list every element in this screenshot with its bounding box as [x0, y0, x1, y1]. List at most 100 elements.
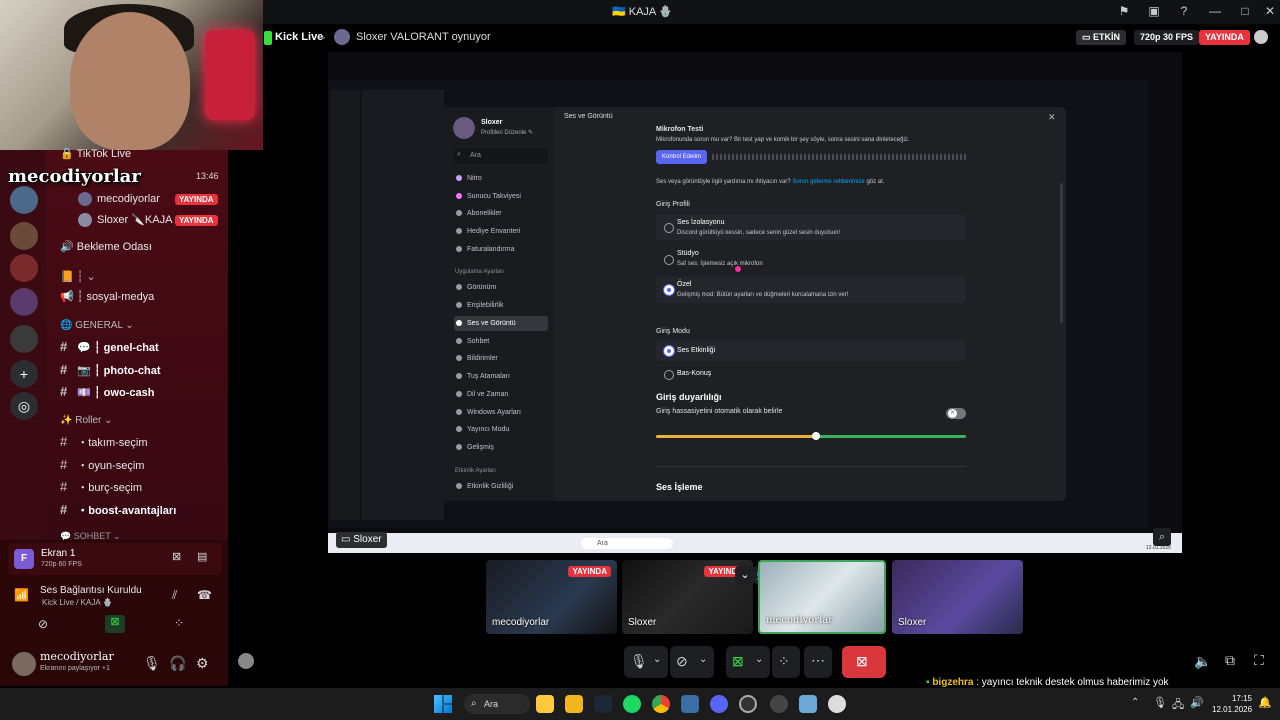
app-icon[interactable]	[681, 695, 699, 713]
volume-icon[interactable]: 🔊	[1190, 696, 1204, 709]
noise-suppression-icon[interactable]: ⫽	[172, 588, 177, 603]
radio-button[interactable]	[664, 370, 674, 380]
channel-genel-chat[interactable]: # 💬 ┆ genel-chat	[60, 339, 159, 354]
nav-billing[interactable]: Faturalandırma	[454, 242, 548, 257]
avatar[interactable]	[453, 117, 475, 139]
help-icon[interactable]: ?	[1176, 4, 1192, 20]
volume-icon[interactable]: 🔈	[1194, 653, 1211, 670]
microphone-icon[interactable]: 🎙	[143, 655, 161, 672]
add-server-icon[interactable]: +	[10, 360, 38, 388]
notification-icon[interactable]: 🔔	[1258, 696, 1272, 709]
category-header[interactable]: 📙 ┆ ⌄	[60, 270, 96, 283]
voice-user[interactable]: mecodiyorlar	[78, 192, 160, 206]
search-input[interactable]: ⌕ Ara	[453, 148, 548, 164]
channel-photo-chat[interactable]: # 📷 ┆ photo-chat	[60, 362, 161, 377]
radio-button-selected[interactable]	[664, 346, 674, 356]
settings-icon[interactable]	[770, 695, 788, 713]
stream-thumbnail[interactable]: YAYINDA Sloxer	[622, 560, 753, 634]
microphone-icon[interactable]: 🎙	[1153, 696, 1167, 709]
popout-icon[interactable]: ▤	[197, 550, 207, 563]
activity-pill[interactable]: ▭ ETKİN	[1076, 30, 1127, 45]
minimize-icon[interactable]: —	[1207, 4, 1223, 20]
sensitivity-slider-handle[interactable]	[811, 432, 820, 440]
popout-icon[interactable]: ⧉	[1225, 652, 1235, 669]
server-icon[interactable]	[10, 254, 38, 282]
app-icon[interactable]	[799, 695, 817, 713]
taskbar-search[interactable]: ⌕ Ara	[464, 694, 530, 714]
explore-icon[interactable]: ◎	[10, 392, 38, 420]
chevron-down-icon[interactable]: ⌄	[735, 566, 755, 584]
channel-social-media[interactable]: 📢 ┆ sosyal-medya	[60, 290, 154, 303]
share-screen-icon[interactable]: ⊠	[105, 615, 125, 633]
flag-icon[interactable]: ⚑	[1116, 4, 1132, 20]
nav-server-boost[interactable]: Sunucu Takviyesi	[454, 189, 548, 204]
radio-button-selected[interactable]	[664, 285, 674, 295]
nav-keybinds[interactable]: Tuş Atamaları	[454, 369, 548, 384]
nav-accessibility[interactable]: Erişilebilirlik	[454, 298, 548, 313]
nav-windows-settings[interactable]: Windows Ayarları	[454, 405, 548, 420]
nav-language[interactable]: Dil ve Zaman	[454, 387, 548, 402]
monitor-icon[interactable]: ▣	[1146, 4, 1162, 20]
mic-test-button[interactable]: Kontrol Edelim	[656, 150, 707, 164]
server-icon[interactable]	[10, 186, 38, 214]
channel-tiktok-live[interactable]: 🔒 TikTok Live	[60, 147, 131, 160]
channel-role[interactable]: # ・boost-avantajları	[60, 502, 176, 518]
mode-voice-activity[interactable]: Ses Etkinliği	[656, 341, 966, 361]
user-tile[interactable]: mecodiyorlar	[758, 560, 886, 634]
camera-control[interactable]: ⊘ ⌄	[670, 646, 714, 678]
channel-role[interactable]: # ・takım-seçim	[60, 434, 148, 450]
radio-button[interactable]	[664, 255, 674, 265]
user-avatar-icon[interactable]	[1254, 30, 1268, 44]
activities-icon[interactable]: ⁘	[174, 616, 184, 630]
scrollbar[interactable]	[1060, 183, 1063, 323]
avatar[interactable]	[12, 652, 36, 676]
radio-button[interactable]	[664, 223, 674, 233]
more-control[interactable]: ⋯	[804, 646, 832, 678]
app-icon[interactable]	[828, 695, 846, 713]
fullscreen-zoom-icon[interactable]: ⌕	[1153, 528, 1171, 546]
taskbar-clock[interactable]: 17:15 12.01.2026	[1212, 693, 1252, 715]
discord-icon[interactable]	[710, 695, 728, 713]
connection-location[interactable]: Kick Live / KAJA 🪬	[42, 598, 112, 607]
nav-advanced[interactable]: Gelişmiş	[454, 440, 548, 455]
help-link[interactable]: Sorun giderme rehberimize	[792, 179, 864, 185]
server-icon[interactable]	[10, 222, 38, 250]
nav-nitro[interactable]: Nitro	[454, 171, 548, 186]
connection-status[interactable]: Ses Bağlantısı Kuruldu	[40, 585, 142, 596]
chevron-up-icon[interactable]: ⌃	[1131, 697, 1139, 708]
nav-activity-privacy[interactable]: Etkinlik Gizliliği	[454, 479, 548, 494]
category-general[interactable]: 🌐 GENERAL ⌄	[60, 320, 134, 331]
mic-control[interactable]: 🎙 ⌄	[624, 646, 668, 678]
stop-share-icon[interactable]: ⊠	[172, 550, 181, 563]
camera-off-icon[interactable]: ⊘	[38, 617, 48, 631]
nav-appearance[interactable]: Görünüm	[454, 280, 548, 295]
disconnect-icon[interactable]: ☎	[197, 588, 212, 602]
auto-sensitivity-toggle[interactable]	[946, 408, 966, 419]
headphones-icon[interactable]: 🎧	[169, 655, 186, 672]
store-icon[interactable]	[536, 695, 554, 713]
channel-role[interactable]: # ・oyun-seçim	[60, 457, 144, 473]
voice-user[interactable]: Sloxer 🔪KAJA	[78, 213, 172, 228]
network-icon[interactable]: 🖧	[1172, 696, 1184, 715]
spotify-icon[interactable]	[623, 695, 641, 713]
channel-role[interactable]: # ・burç-seçim	[60, 479, 142, 495]
nav-streamer-mode[interactable]: Yayıncı Modu	[454, 422, 548, 437]
channel-owo-cash[interactable]: # 💷 ┆ owo-cash	[60, 384, 154, 399]
gear-icon[interactable]: ⚙	[196, 655, 209, 672]
fullscreen-icon[interactable]: ⛶	[1254, 652, 1264, 669]
profile-option-isolation[interactable]: Ses İzolasyonu Discord gürültüyü kessin,…	[656, 214, 966, 240]
channel-waiting-room[interactable]: 🔊 Bekleme Odası	[60, 240, 152, 253]
nav-subscriptions[interactable]: Abonelikler	[454, 206, 548, 221]
close-icon[interactable]: ✕	[1262, 4, 1278, 20]
server-icon[interactable]	[10, 325, 38, 353]
chrome-icon[interactable]	[652, 695, 670, 713]
stream-thumbnail[interactable]: YAYINDA mecodiyorlar	[486, 560, 617, 634]
folder-icon[interactable]	[565, 695, 583, 713]
server-icon[interactable]	[10, 288, 38, 316]
avatar[interactable]	[238, 653, 254, 669]
category-roles[interactable]: ✨ Roller ⌄	[60, 415, 113, 426]
obs-icon[interactable]	[739, 695, 757, 713]
nav-notifications[interactable]: Bildirimler	[454, 351, 548, 366]
edit-profiles-link[interactable]: Profilleri Düzenle ✎	[481, 129, 533, 136]
profile-option-studio[interactable]: Stüdyo Saf ses: İşlemesiz açık mikrofon	[656, 246, 966, 272]
